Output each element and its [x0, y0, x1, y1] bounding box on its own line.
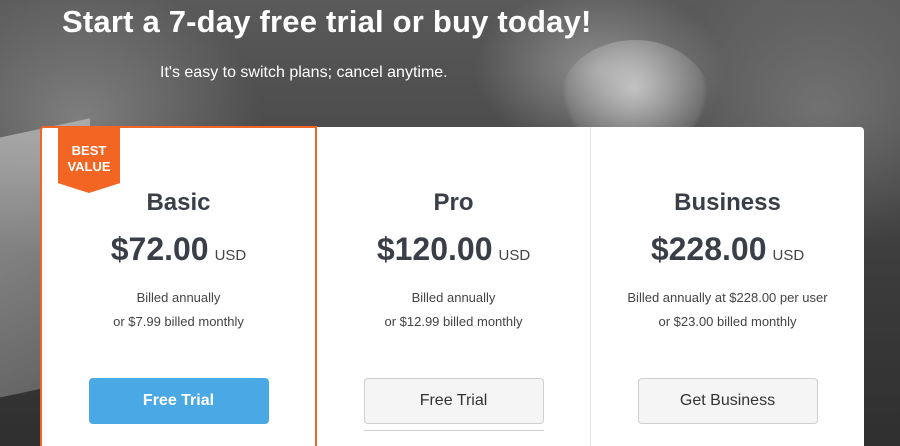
billing-line-annual: Billed annually at $228.00 per user: [627, 290, 828, 305]
pricing-cards: BEST VALUE Basic $72.00 USD Billed annual…: [40, 126, 864, 446]
plan-price: $120.00 USD: [317, 231, 590, 268]
plan-name: Pro: [433, 189, 474, 216]
free-trial-button-basic[interactable]: Free Trial: [88, 378, 269, 424]
price-amount: $228.00: [650, 231, 767, 267]
billing-info: Billed annually or $7.99 billed monthly: [42, 286, 315, 334]
billing-line-annual: Billed annually: [136, 290, 221, 305]
plan-card-pro: Pro $120.00 USD Billed annually or $12.99…: [317, 127, 591, 446]
billing-line-monthly: or $12.99 billed monthly: [384, 314, 523, 329]
plan-name: Basic: [146, 189, 211, 216]
get-business-button[interactable]: Get Business: [637, 378, 818, 424]
price-currency: USD: [498, 247, 531, 264]
billing-line-monthly: or $7.99 billed monthly: [113, 314, 244, 329]
billing-info: Billed annually or $12.99 billed monthly: [317, 286, 590, 334]
page-headline: Start a 7-day free trial or buy today!: [62, 4, 592, 39]
billing-info: Billed annually at $228.00 per user or $…: [591, 286, 864, 334]
free-trial-button-pro[interactable]: Free Trial: [363, 378, 544, 424]
price-amount: $72.00: [110, 231, 209, 267]
billing-line-annual: Billed annually: [411, 290, 496, 305]
billing-line-monthly: or $23.00 billed monthly: [658, 314, 797, 329]
price-amount: $120.00: [376, 231, 493, 267]
page-subheadline: It's easy to switch plans; cancel anytim…: [160, 64, 448, 81]
plan-price: $72.00 USD: [42, 231, 315, 268]
plan-card-business: Business $228.00 USD Billed annually at $…: [591, 127, 864, 446]
best-value-ribbon: BEST VALUE: [58, 127, 120, 193]
price-currency: USD: [772, 247, 805, 264]
plan-price: $228.00 USD: [591, 231, 864, 268]
ribbon-label: BEST VALUE: [67, 143, 111, 174]
plan-card-basic: BEST VALUE Basic $72.00 USD Billed annual…: [40, 126, 317, 446]
plan-name: Business: [674, 189, 781, 216]
secondary-button-edge: [363, 430, 544, 440]
price-currency: USD: [214, 247, 247, 264]
